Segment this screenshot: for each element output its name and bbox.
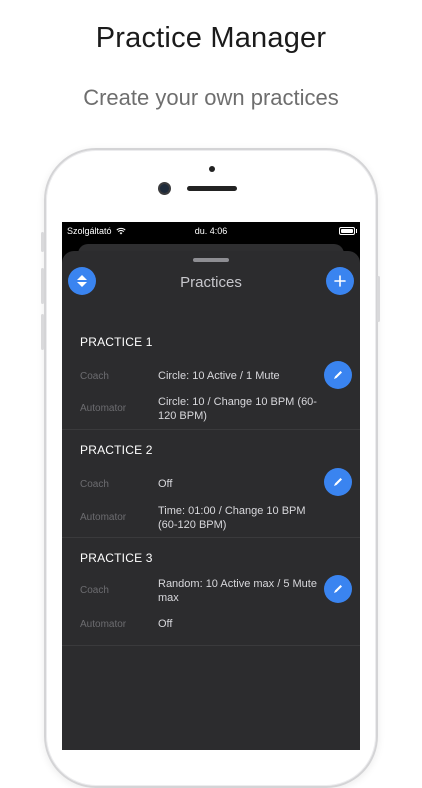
automator-label: Automator [80, 512, 127, 523]
front-sensor [209, 166, 215, 172]
practice-title: PRACTICE 1 [80, 335, 153, 349]
status-time: du. 4:06 [194, 226, 228, 236]
coach-value: Random: 10 Active max / 5 Mute max [158, 578, 317, 604]
automator-value: Off [158, 618, 173, 630]
phone-screen: Szolgáltató du. 4:06 Practices PRACTICE … [62, 222, 360, 750]
edit-practice-button[interactable] [324, 361, 352, 389]
status-bar: Szolgáltató du. 4:06 [62, 222, 360, 240]
pencil-icon [334, 478, 342, 486]
earpiece-speaker [187, 186, 237, 191]
marketing-headline: Practice Manager [95, 22, 327, 54]
automator-value: Time: 01:00 / Change 10 BPM (60-120 BPM) [158, 505, 306, 531]
edit-practice-button[interactable] [324, 575, 352, 603]
volume-down-button [41, 314, 44, 350]
practice-title: PRACTICE 2 [80, 443, 153, 457]
practices-sheet: Practices PRACTICE 1 Coach Circle: 10 Ac… [62, 251, 360, 750]
battery-icon [339, 227, 357, 235]
front-camera [160, 184, 169, 193]
coach-label: Coach [80, 371, 109, 382]
coach-value: Circle: 10 Active / 1 Mute [158, 370, 280, 382]
mute-switch [41, 232, 44, 252]
practice-item[interactable]: PRACTICE 2 Coach Off Automator Time: 01:… [62, 429, 360, 538]
coach-label: Coach [80, 585, 109, 596]
coach-value: Off [158, 478, 173, 490]
pencil-icon [334, 371, 342, 379]
volume-up-button [41, 268, 44, 304]
power-button [377, 276, 380, 322]
add-practice-button[interactable] [326, 267, 354, 295]
practice-item[interactable]: PRACTICE 1 Coach Circle: 10 Active / 1 M… [62, 321, 360, 430]
plus-icon [334, 275, 346, 287]
pencil-icon [334, 585, 342, 593]
practice-title: PRACTICE 3 [80, 551, 153, 565]
practice-item[interactable]: PRACTICE 3 Coach Random: 10 Active max /… [62, 537, 360, 646]
automator-label: Automator [80, 403, 127, 414]
marketing-subline: Create your own practices [83, 85, 339, 110]
edit-practice-button[interactable] [324, 468, 352, 496]
coach-label: Coach [80, 479, 109, 490]
sheet-grabber[interactable] [193, 258, 229, 262]
automator-value: Circle: 10 / Change 10 BPM (60-120 BPM) [158, 396, 317, 422]
automator-label: Automator [80, 619, 127, 630]
sheet-title: Practices [180, 274, 242, 291]
